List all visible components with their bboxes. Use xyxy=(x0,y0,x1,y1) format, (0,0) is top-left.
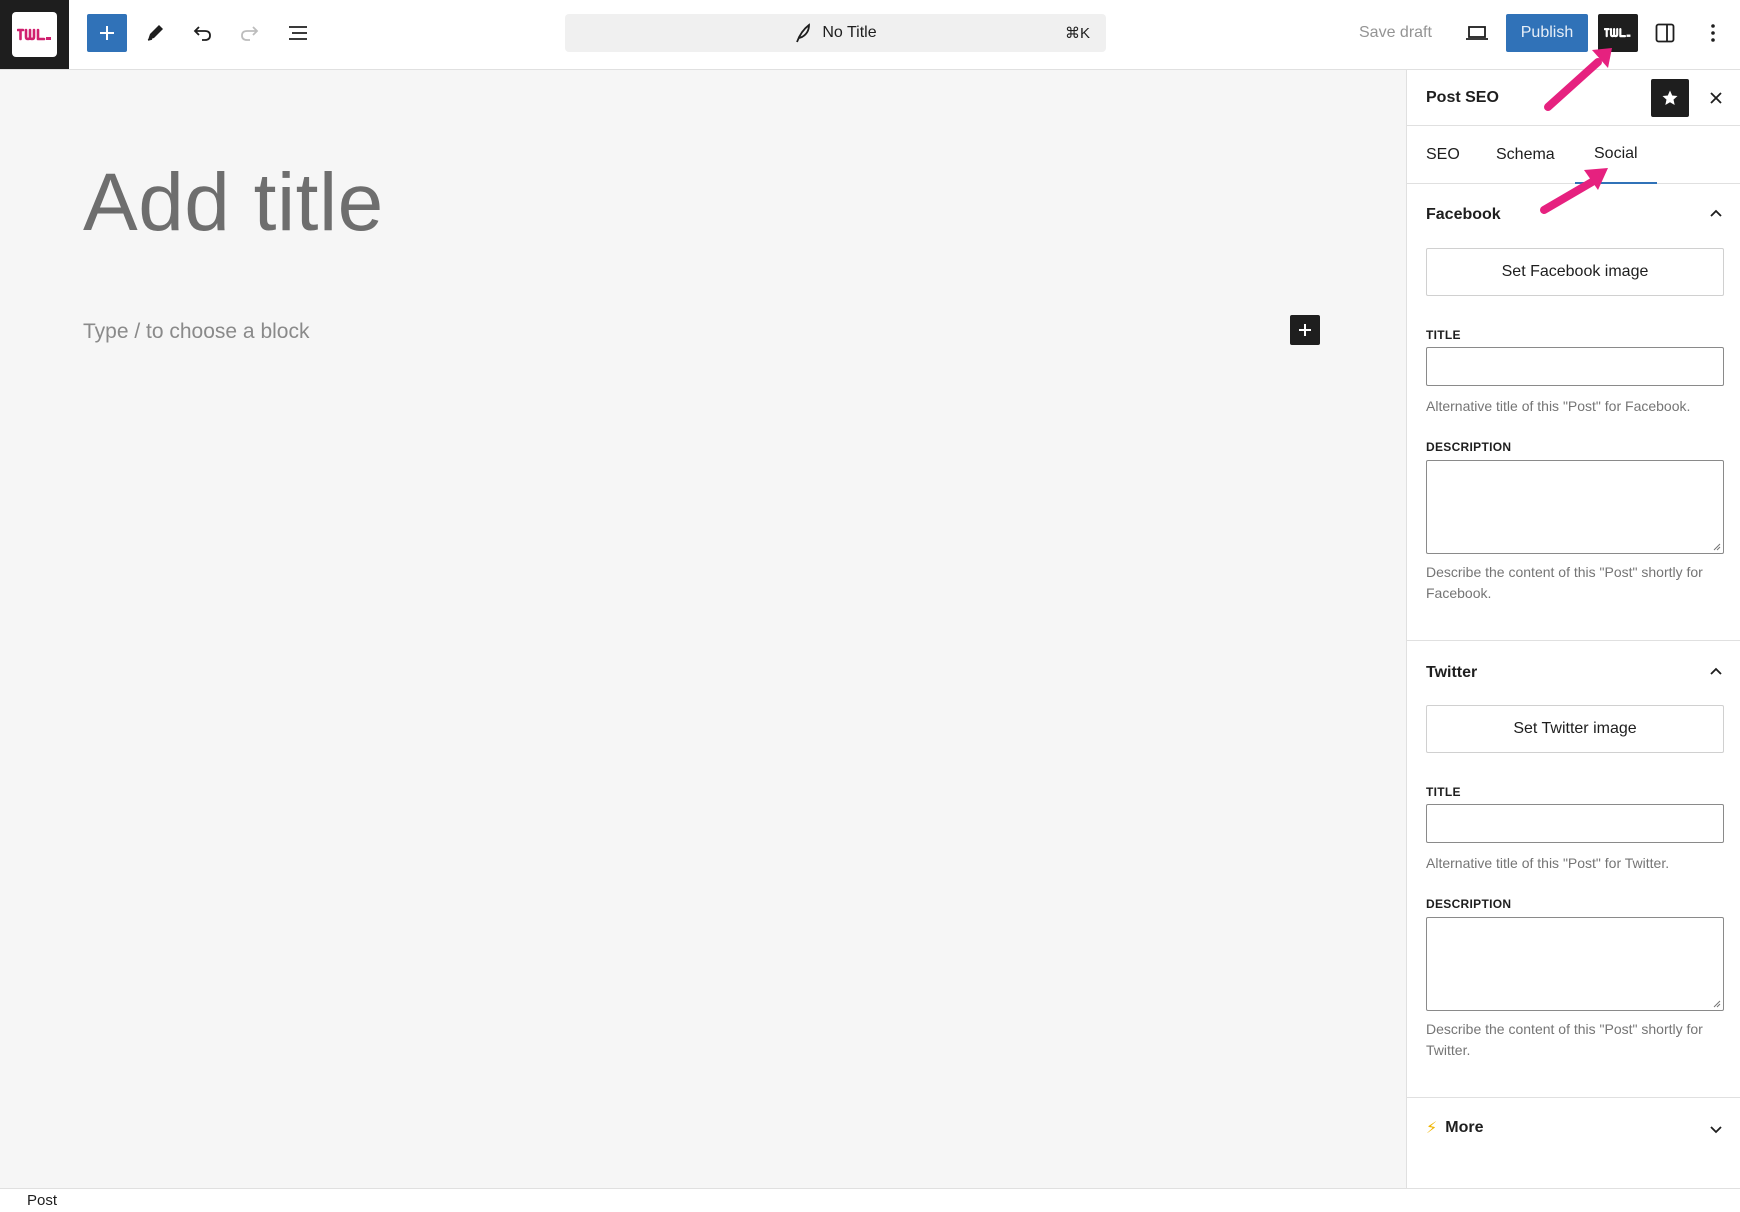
facebook-description-textarea[interactable] xyxy=(1426,460,1724,554)
facebook-panel: Facebook Set Facebook image TITLE Altern… xyxy=(1407,184,1740,641)
twitter-panel: Twitter Set Twitter image TITLE Alternat… xyxy=(1407,641,1740,1098)
star-icon xyxy=(1662,90,1678,105)
document-title: No Title xyxy=(822,24,877,41)
editor-top-toolbar: No Title ⌘K Save draft Publish xyxy=(0,0,1740,70)
twitter-title-help: Alternative title of this "Post" for Twi… xyxy=(1426,855,1670,871)
lightning-icon: ⚡ xyxy=(1426,1120,1438,1137)
more-panel-toggle[interactable]: ⚡ More xyxy=(1426,1118,1483,1138)
plus-icon xyxy=(100,26,114,40)
options-menu-button[interactable] xyxy=(1693,14,1733,52)
more-label: More xyxy=(1445,1119,1484,1136)
plus-icon xyxy=(1299,324,1311,336)
save-draft-button[interactable]: Save draft xyxy=(1345,14,1446,52)
site-logo-icon xyxy=(12,12,57,57)
sidebar-icon xyxy=(1655,23,1675,43)
feather-icon xyxy=(796,23,811,43)
command-palette-bar[interactable]: No Title ⌘K xyxy=(565,14,1106,52)
twitter-description-help: Describe the content of this "Post" shor… xyxy=(1426,1021,1703,1058)
seo-plugin-icon xyxy=(1604,28,1631,38)
sidebar-title: Post SEO xyxy=(1426,89,1499,106)
twitter-description-textarea[interactable] xyxy=(1426,917,1724,1011)
tab-seo[interactable]: SEO xyxy=(1426,126,1460,184)
block-placeholder[interactable]: Type / to choose a block xyxy=(83,320,309,344)
site-logo-button[interactable] xyxy=(0,0,69,69)
laptop-icon xyxy=(1466,26,1488,40)
twitter-panel-toggle[interactable]: Twitter xyxy=(1426,664,1477,682)
breadcrumb[interactable]: Post xyxy=(27,1192,57,1209)
resize-grip-icon[interactable] xyxy=(1712,542,1721,551)
facebook-title-input[interactable] xyxy=(1426,347,1724,386)
list-view-icon xyxy=(289,26,307,40)
post-seo-sidebar: Post SEO SEO Schema Social Facebook Set … xyxy=(1406,70,1740,1188)
block-inserter-button[interactable] xyxy=(1290,315,1320,345)
tools-button[interactable] xyxy=(135,14,175,52)
post-title-input[interactable]: Add title xyxy=(83,156,384,250)
more-panel: ⚡ More xyxy=(1407,1098,1740,1188)
view-button[interactable] xyxy=(1457,14,1497,52)
facebook-description-help: Describe the content of this "Post" shor… xyxy=(1426,564,1703,601)
twitter-description-label: DESCRIPTION xyxy=(1426,897,1512,911)
document-overview-button[interactable] xyxy=(278,14,318,52)
command-shortcut: ⌘K xyxy=(1064,25,1090,42)
twitter-title-label: TITLE xyxy=(1426,785,1461,799)
undo-button[interactable] xyxy=(182,14,222,52)
resize-grip-icon[interactable] xyxy=(1712,999,1721,1008)
facebook-description-label: DESCRIPTION xyxy=(1426,440,1512,454)
chevron-down-icon[interactable] xyxy=(1709,1124,1723,1134)
set-twitter-image-button[interactable]: Set Twitter image xyxy=(1426,705,1724,753)
chevron-up-icon[interactable] xyxy=(1709,208,1723,218)
redo-button[interactable] xyxy=(230,14,270,52)
facebook-panel-toggle[interactable]: Facebook xyxy=(1426,206,1501,224)
more-vertical-icon xyxy=(1711,24,1715,42)
facebook-title-label: TITLE xyxy=(1426,328,1461,342)
editor-footer: Post xyxy=(0,1188,1740,1212)
annotation-arrow-social xyxy=(1540,168,1608,214)
editor-canvas: Add title Type / to choose a block xyxy=(0,70,1406,1188)
redo-icon xyxy=(241,26,259,41)
annotation-arrow-plugin xyxy=(1544,48,1612,111)
facebook-title-help: Alternative title of this "Post" for Fac… xyxy=(1426,398,1691,414)
pencil-icon xyxy=(147,25,163,41)
chevron-up-icon[interactable] xyxy=(1709,666,1723,676)
twitter-title-input[interactable] xyxy=(1426,804,1724,843)
settings-sidebar-button[interactable] xyxy=(1645,14,1685,52)
set-facebook-image-button[interactable]: Set Facebook image xyxy=(1426,248,1724,296)
close-icon xyxy=(1710,92,1722,104)
add-block-button[interactable] xyxy=(87,14,127,52)
close-sidebar-button[interactable] xyxy=(1700,79,1732,117)
undo-icon xyxy=(193,26,211,41)
pin-sidebar-button[interactable] xyxy=(1651,79,1689,117)
